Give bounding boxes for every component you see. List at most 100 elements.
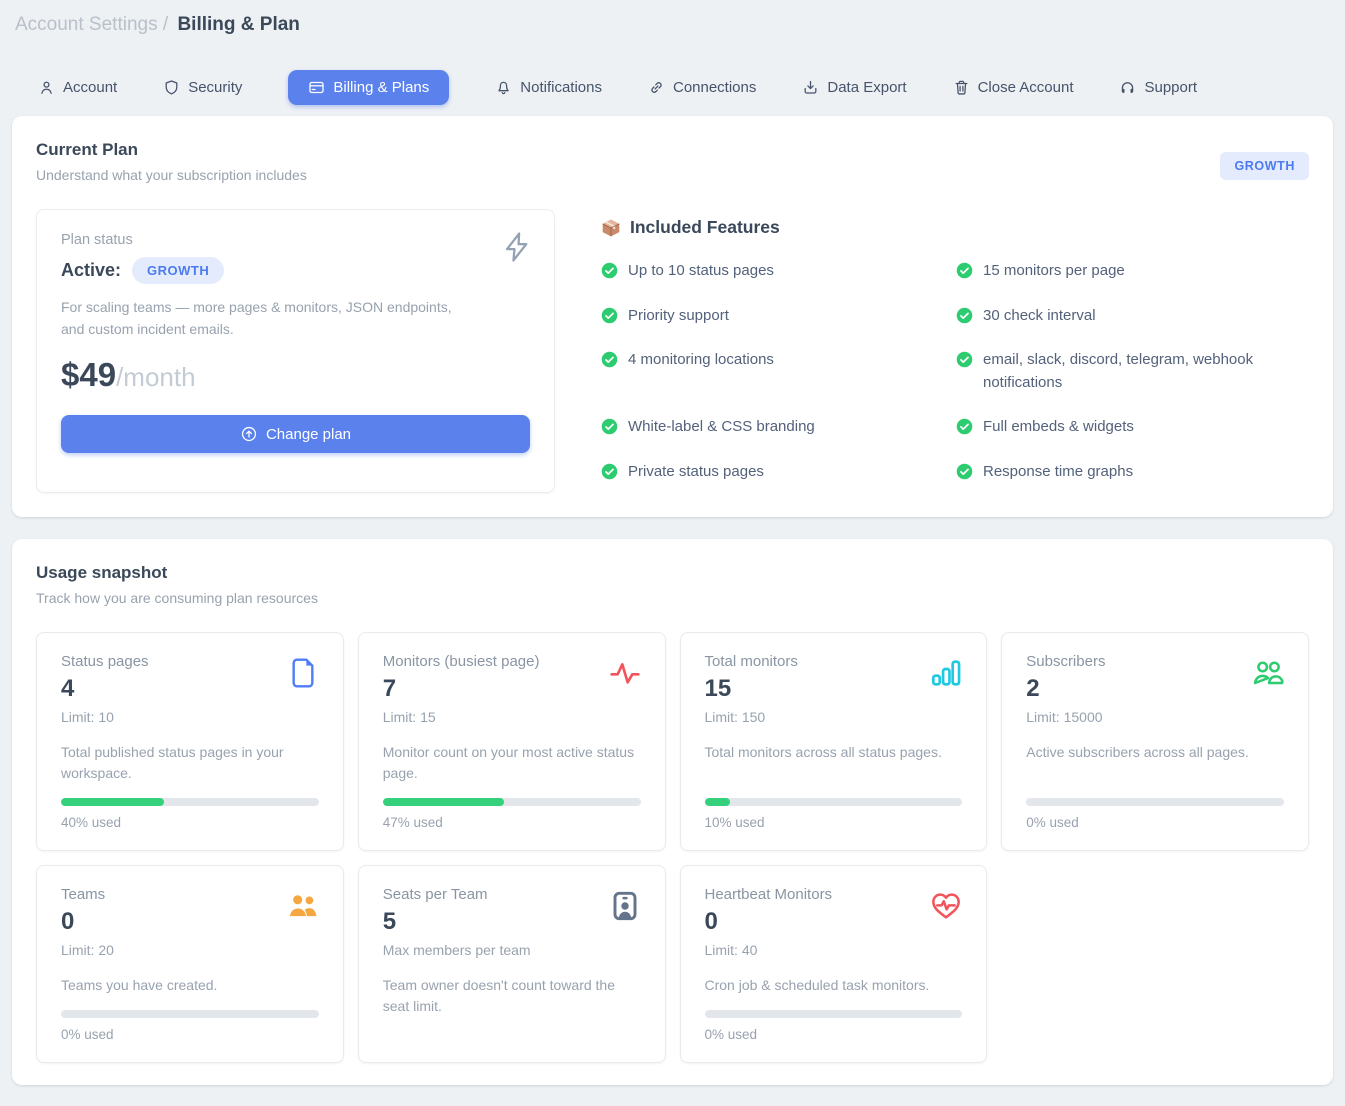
usage-card-stats: Monitors (busiest page)7Limit: 15: [383, 653, 540, 725]
usage-card-top: Monitors (busiest page)7Limit: 15: [383, 653, 641, 725]
tab-data-export[interactable]: Data Export: [802, 70, 906, 105]
plan-status-row: Active: GROWTH: [61, 257, 530, 284]
usage-card-monitors-busiest: Monitors (busiest page)7Limit: 15 Monitor…: [358, 632, 666, 851]
check-circle-icon: [956, 463, 973, 480]
usage-progress-bar: [705, 798, 963, 806]
plan-description: For scaling teams — more pages & monitor…: [61, 297, 471, 340]
check-circle-icon: [956, 307, 973, 324]
usage-card-teams: Teams0Limit: 20Teams you have created.0%…: [36, 865, 344, 1063]
usage-progress-bar: [383, 798, 641, 806]
usage-card-description: Monitor count on your most active status…: [383, 742, 641, 798]
usage-card-description: Cron job & scheduled task monitors.: [705, 975, 963, 1010]
usage-card-top: Total monitors15Limit: 150: [705, 653, 963, 725]
arrow-up-circle-icon: [240, 425, 258, 443]
check-circle-icon: [601, 463, 618, 480]
tab-label: Security: [188, 79, 242, 96]
usage-card-top: Status pages 4 Limit: 10: [61, 653, 319, 725]
usage-card-top: Seats per Team5Max members per team: [383, 886, 641, 958]
check-circle-icon: [956, 351, 973, 368]
usage-subtitle: Track how you are consuming plan resourc…: [36, 590, 1309, 606]
usage-progress-bar: [705, 1010, 963, 1018]
usage-card-title: Heartbeat Monitors: [705, 886, 833, 903]
usage-card-value: 0: [705, 908, 833, 936]
plan-price-period: /month: [116, 362, 196, 392]
feature-text: 15 monitors per page: [983, 260, 1125, 283]
usage-card-top: Subscribers2Limit: 15000: [1026, 653, 1284, 725]
feature-text: Response time graphs: [983, 461, 1133, 484]
tab-account[interactable]: Account: [38, 70, 117, 105]
usage-card-limit: Limit: 10: [61, 709, 149, 725]
tab-notifications[interactable]: Notifications: [495, 70, 602, 105]
usage-percent-label: 0% used: [1026, 815, 1284, 830]
usage-card-limit: Limit: 15000: [1026, 709, 1105, 725]
usage-percent-label: 47% used: [383, 815, 641, 830]
tab-billing-plans[interactable]: Billing & Plans: [288, 70, 449, 105]
usage-card-total-monitors: Total monitors15Limit: 150 Total monitors…: [680, 632, 988, 851]
feature-item: Response time graphs: [956, 461, 1309, 484]
features-grid: Up to 10 status pages 15 monitors per pag…: [601, 260, 1309, 483]
package-icon: [601, 218, 621, 238]
breadcrumb-section[interactable]: Account Settings: [15, 14, 158, 35]
usage-card-title: Status pages: [61, 653, 149, 670]
feature-text: 4 monitoring locations: [628, 349, 774, 372]
usage-card-value: 5: [383, 908, 531, 936]
usage-card-stats: Subscribers2Limit: 15000: [1026, 653, 1105, 725]
tab-close-account[interactable]: Close Account: [953, 70, 1074, 105]
usage-card-description: Team owner doesn't count toward the seat…: [383, 975, 641, 1031]
usage-percent-label: 0% used: [61, 1027, 319, 1042]
feature-item: 4 monitoring locations: [601, 349, 954, 394]
tab-support[interactable]: Support: [1119, 70, 1197, 105]
usage-progress-fill: [705, 798, 731, 806]
plan-status-label: Plan status: [61, 232, 530, 248]
check-circle-icon: [601, 418, 618, 435]
usage-card-value: 4: [61, 675, 149, 703]
usage-card-limit: Max members per team: [383, 942, 531, 958]
tab-security[interactable]: Security: [163, 70, 242, 105]
usage-title: Usage snapshot: [36, 563, 1309, 583]
id-badge-icon: [609, 890, 641, 922]
feature-text: email, slack, discord, telegram, webhook…: [983, 349, 1283, 394]
feature-item: 15 monitors per page: [956, 260, 1309, 283]
settings-tabs: Account Security Billing & Plans Notificati…: [38, 70, 1345, 105]
usage-card-stats: Heartbeat Monitors 0 Limit: 40: [705, 886, 833, 958]
current-plan-subtitle: Understand what your subscription includ…: [36, 167, 307, 183]
plan-status-value: Active:: [61, 260, 121, 281]
feature-text: Up to 10 status pages: [628, 260, 774, 283]
included-features: Included Features Up to 10 status pages 1…: [601, 209, 1309, 493]
shield-icon: [163, 79, 180, 96]
tab-connections[interactable]: Connections: [648, 70, 756, 105]
users-outline-icon: [1252, 657, 1284, 689]
feature-item: 30 check interval: [956, 305, 1309, 328]
usage-card-description: Total monitors across all status pages.: [705, 742, 963, 777]
change-plan-button[interactable]: Change plan: [61, 415, 530, 453]
current-plan-body: Plan status Active: GROWTH For scaling t…: [36, 209, 1309, 493]
usage-card-description: Teams you have created.: [61, 975, 319, 1010]
check-circle-icon: [601, 307, 618, 324]
check-circle-icon: [601, 351, 618, 368]
tab-label: Billing & Plans: [333, 79, 429, 96]
tab-label: Close Account: [978, 79, 1074, 96]
usage-card-limit: Limit: 40: [705, 942, 833, 958]
usage-percent-label: 10% used: [705, 815, 963, 830]
included-features-header: Included Features: [601, 217, 1309, 238]
usage-card-value: 2: [1026, 675, 1105, 703]
usage-progress-bar: [61, 1010, 319, 1018]
plan-status-card: Plan status Active: GROWTH For scaling t…: [36, 209, 555, 493]
check-circle-icon: [601, 262, 618, 279]
plan-price: $49/month: [61, 356, 530, 394]
usage-card-top: Heartbeat Monitors 0 Limit: 40: [705, 886, 963, 958]
tab-label: Notifications: [520, 79, 602, 96]
current-plan-header: Current Plan Understand what your subscr…: [36, 140, 1309, 183]
usage-progress-bar: [1026, 798, 1284, 806]
bar-chart-icon: [930, 657, 962, 689]
usage-percent-label: 40% used: [61, 815, 319, 830]
download-icon: [802, 79, 819, 96]
usage-percent-label: 0% used: [705, 1027, 963, 1042]
credit-card-icon: [308, 79, 325, 96]
change-plan-label: Change plan: [266, 426, 351, 443]
feature-item: Private status pages: [601, 461, 954, 484]
current-plan-title: Current Plan: [36, 140, 307, 160]
file-icon: [287, 657, 319, 689]
current-plan-heading-block: Current Plan Understand what your subscr…: [36, 140, 307, 183]
usage-card-value: 0: [61, 908, 114, 936]
